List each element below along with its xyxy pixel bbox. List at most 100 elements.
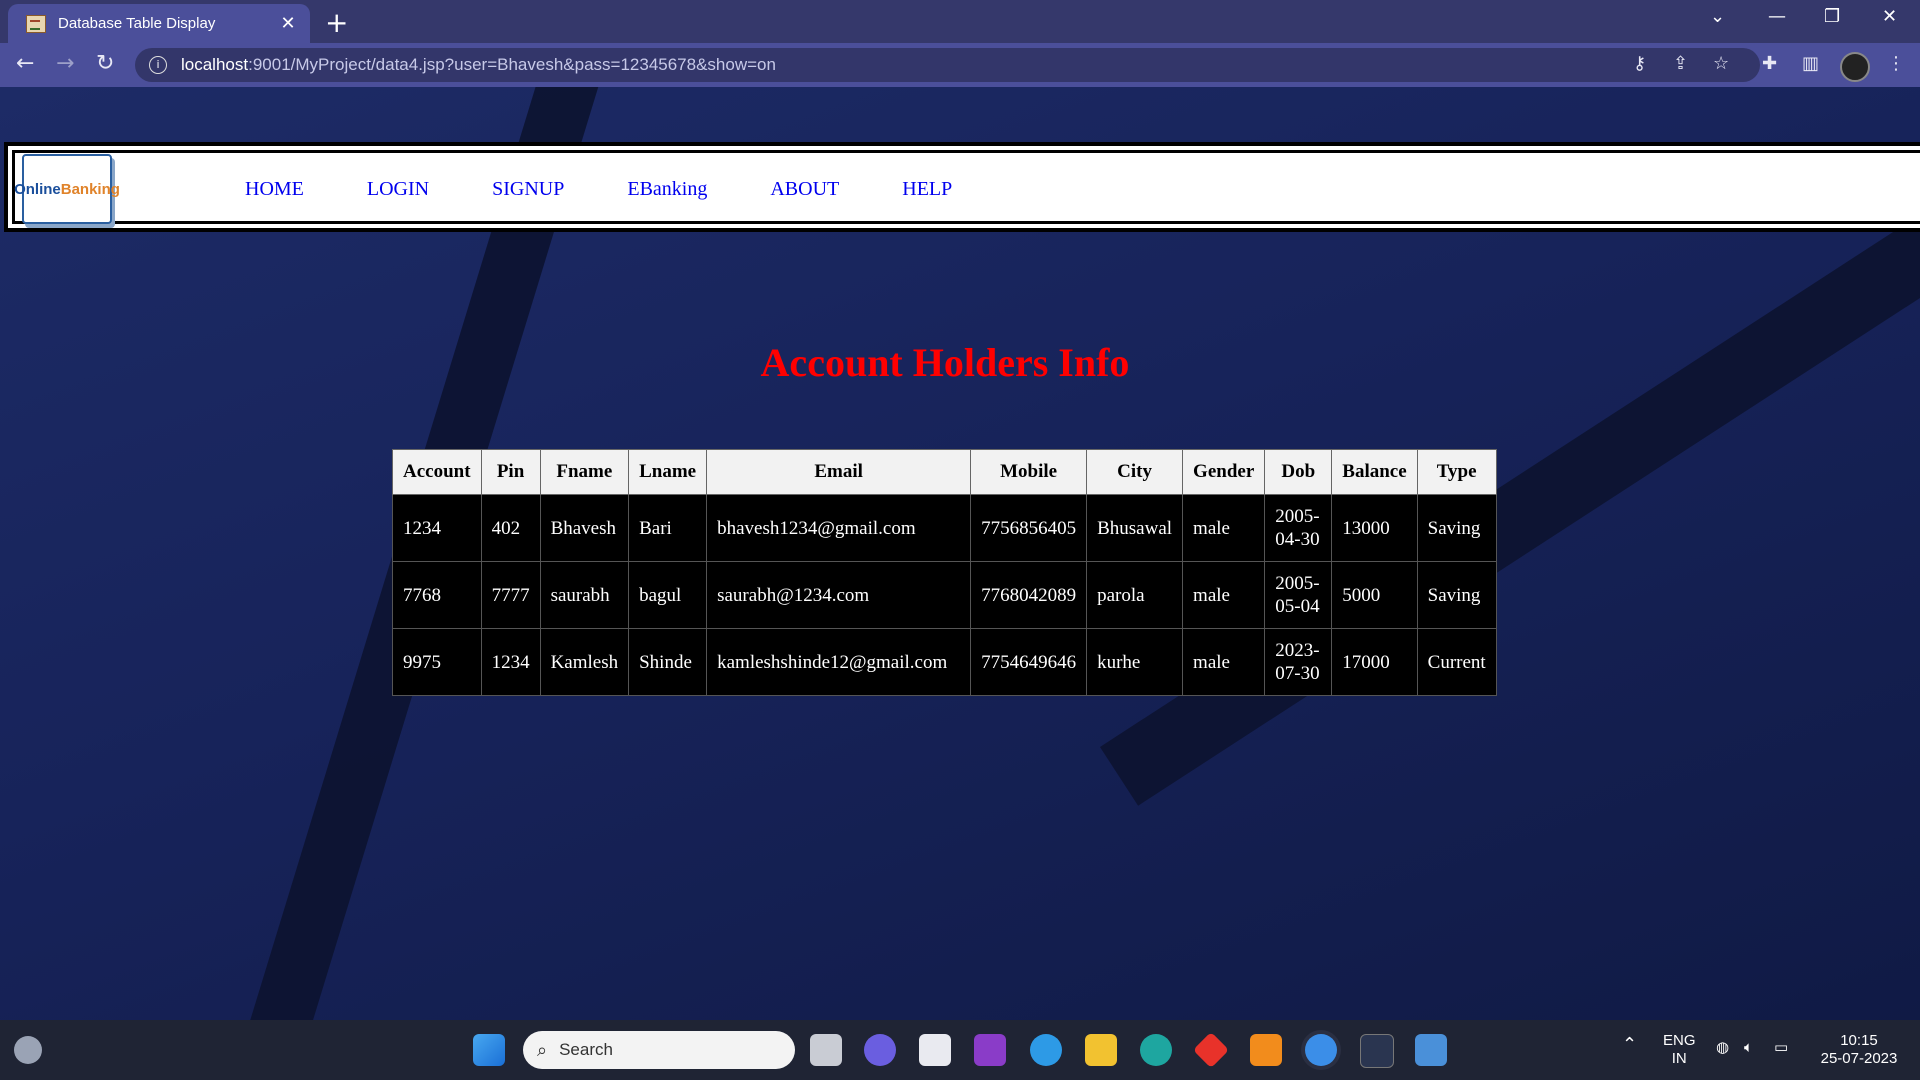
clock-time: 10:15 (1840, 1032, 1878, 1049)
cell-dob: 2005-04-30 (1264, 494, 1333, 562)
cell-pin: 7777 (480, 561, 541, 629)
cell-fname: Bhavesh (539, 494, 630, 562)
reload-icon[interactable]: ↻ (96, 51, 114, 76)
share-icon[interactable]: ⇪ (1673, 53, 1688, 74)
site-header: Online Banking HOME LOGIN SIGNUP EBanking… (4, 142, 1920, 232)
edge-browser-icon[interactable] (1140, 1034, 1172, 1066)
cell-fname: Kamlesh (539, 628, 630, 696)
cell-account: 9975 (392, 628, 482, 696)
cell-account: 7768 (392, 561, 482, 629)
column-header: Balance (1331, 449, 1418, 495)
url-host: localhost (181, 55, 249, 74)
cell-city: parola (1086, 561, 1184, 629)
cell-email: kamleshshinde12@gmail.com (706, 628, 972, 696)
cell-mobile: 7756856405 (970, 494, 1088, 562)
anydesk-icon[interactable] (1192, 1031, 1230, 1069)
cell-dob: 2005-05-04 (1264, 561, 1333, 629)
cell-email: saurabh@1234.com (706, 561, 972, 629)
file-explorer-icon[interactable] (1085, 1034, 1117, 1066)
main-nav: HOME LOGIN SIGNUP EBanking ABOUT HELP (245, 178, 1015, 201)
forward-arrow-icon[interactable]: → (56, 51, 74, 76)
column-header: Type (1416, 449, 1497, 495)
language-code: ENG (1663, 1032, 1696, 1049)
column-header: Account (392, 449, 482, 495)
cell-city: kurhe (1086, 628, 1184, 696)
cell-lname: bagul (628, 561, 708, 629)
url-path: :9001/MyProject/data4.jsp?user=Bhavesh&p… (248, 55, 776, 74)
cell-type: Current (1416, 628, 1497, 696)
language-indicator[interactable]: ENG IN (1663, 1032, 1696, 1068)
nav-about-link[interactable]: ABOUT (770, 178, 839, 201)
nav-home-link[interactable]: HOME (245, 178, 304, 201)
column-header: Mobile (970, 449, 1088, 495)
password-key-icon[interactable]: ⚷ (1633, 53, 1646, 74)
column-header: Gender (1182, 449, 1266, 495)
start-windows-icon[interactable] (473, 1034, 505, 1066)
profile-avatar[interactable] (1840, 52, 1870, 82)
bookmark-star-icon[interactable]: ☆ (1713, 53, 1729, 74)
clock-date: 25-07-2023 (1820, 1050, 1898, 1067)
table-row: 1234 402 Bhavesh Bari bhavesh1234@gmail.… (392, 494, 1497, 562)
tab-search-chevron-icon[interactable]: ⌄ (1710, 6, 1725, 27)
page-viewport: Online Banking HOME LOGIN SIGNUP EBanking… (0, 87, 1920, 1020)
page-favicon-icon (26, 14, 46, 33)
url-input[interactable]: i localhost:9001/MyProject/data4.jsp?use… (135, 48, 1760, 82)
taskbar-search-input[interactable]: ⌕ Search (523, 1031, 795, 1069)
widgets-weather-icon[interactable] (14, 1036, 42, 1064)
mysql-cli-icon[interactable] (1360, 1034, 1394, 1068)
windows-taskbar: ⌕ Search ⌃ ENG IN ◍ 🔈︎ ▭ 10:15 25-07-202… (0, 1020, 1920, 1080)
pen-app-icon[interactable] (974, 1034, 1006, 1066)
extensions-icon[interactable]: ✚ (1762, 53, 1777, 74)
close-tab-icon[interactable]: ✕ (278, 13, 298, 34)
cell-balance: 17000 (1331, 628, 1418, 696)
minimize-icon[interactable]: — (1768, 6, 1786, 27)
account-holders-table: Account Pin Fname Lname Email Mobile Cit… (392, 449, 1497, 696)
cell-fname: saurabh (539, 561, 630, 629)
task-view-icon[interactable] (810, 1034, 842, 1066)
sublime-text-icon[interactable] (1250, 1034, 1282, 1066)
cell-mobile: 7754649646 (970, 628, 1088, 696)
nav-login-link[interactable]: LOGIN (367, 178, 429, 201)
volume-icon[interactable]: 🔈︎ (1744, 1038, 1753, 1056)
network-icon[interactable]: ◍ (1716, 1038, 1729, 1056)
clock[interactable]: 10:15 25-07-2023 (1815, 1032, 1903, 1068)
window-close-icon[interactable]: ✕ (1882, 6, 1897, 27)
page-title: Account Holders Info (760, 340, 1130, 385)
nav-signup-link[interactable]: SIGNUP (492, 178, 564, 201)
site-info-icon[interactable]: i (149, 56, 167, 74)
new-tab-button[interactable]: + (325, 6, 348, 39)
show-hidden-icons-chevron-icon[interactable]: ⌃ (1622, 1036, 1637, 1054)
help-app-icon[interactable] (1030, 1034, 1062, 1066)
cell-dob: 2023-07-30 (1264, 628, 1333, 696)
cell-account: 1234 (392, 494, 482, 562)
chrome-browser-icon[interactable] (1305, 1034, 1337, 1066)
cell-mobile: 7768042089 (970, 561, 1088, 629)
cell-gender: male (1182, 494, 1266, 562)
nav-ebanking-link[interactable]: EBanking (627, 178, 707, 201)
microsoft-store-icon[interactable] (919, 1034, 951, 1066)
search-icon: ⌕ (537, 1039, 548, 1061)
cell-pin: 402 (480, 494, 541, 562)
restore-icon[interactable]: ❐ (1824, 6, 1840, 27)
cell-balance: 13000 (1331, 494, 1418, 562)
cell-lname: Bari (628, 494, 708, 562)
menu-dots-icon[interactable]: ⋮ (1887, 53, 1905, 74)
cell-pin: 1234 (480, 628, 541, 696)
browser-tab[interactable]: Database Table Display ✕ (8, 4, 310, 43)
table-header-row: Account Pin Fname Lname Email Mobile Cit… (392, 449, 1497, 495)
side-panel-icon[interactable]: ▥ (1802, 53, 1819, 74)
logo-text-banking: Banking (60, 180, 120, 198)
battery-icon[interactable]: ▭ (1774, 1038, 1788, 1056)
back-arrow-icon[interactable]: ← (16, 51, 34, 76)
column-header: Fname (539, 449, 630, 495)
cell-lname: Shinde (628, 628, 708, 696)
photos-app-icon[interactable] (1415, 1034, 1447, 1066)
tab-title: Database Table Display (58, 15, 216, 32)
chat-icon[interactable] (864, 1034, 896, 1066)
logo-text-online: Online (14, 180, 61, 198)
nav-help-link[interactable]: HELP (902, 178, 952, 201)
region-code: IN (1671, 1050, 1687, 1067)
site-logo[interactable]: Online Banking (14, 154, 120, 224)
cell-email: bhavesh1234@gmail.com (706, 494, 972, 562)
column-header: Pin (480, 449, 541, 495)
